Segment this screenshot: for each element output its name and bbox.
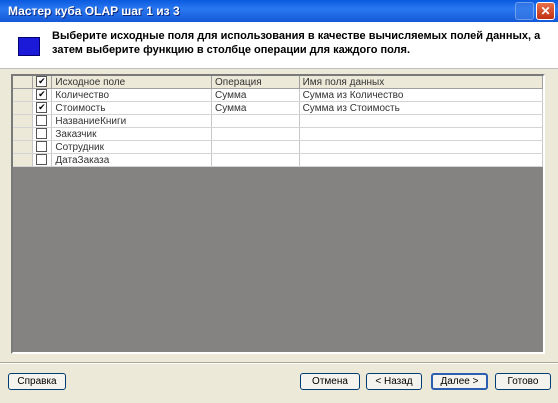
window-title: Мастер куба OLAP шаг 1 из 3 bbox=[8, 4, 180, 18]
help-button[interactable]: Справка bbox=[8, 373, 66, 390]
data-field-name-cell[interactable]: Сумма из Стоимость bbox=[299, 101, 544, 115]
cancel-button[interactable]: Отмена bbox=[300, 373, 360, 390]
row-selector[interactable] bbox=[13, 101, 34, 115]
finish-button[interactable]: Готово bbox=[495, 373, 551, 390]
column-header-source-field[interactable]: Исходное поле bbox=[51, 76, 212, 89]
operation-cell[interactable] bbox=[211, 127, 300, 141]
source-field-cell: Заказчик bbox=[51, 127, 212, 141]
row-header-corner bbox=[13, 76, 34, 89]
table-row[interactable]: ✔ Стоимость Сумма Сумма из Стоимость bbox=[13, 101, 544, 115]
row-selector[interactable] bbox=[13, 153, 34, 167]
row-selector[interactable] bbox=[13, 88, 34, 102]
operation-cell[interactable] bbox=[211, 153, 300, 167]
row-checkbox[interactable] bbox=[36, 141, 48, 153]
data-field-name-cell[interactable] bbox=[299, 153, 544, 167]
back-button[interactable]: < Назад bbox=[366, 373, 422, 390]
data-fields-grid: ✔ Исходное поле Операция Имя поля данных… bbox=[13, 76, 544, 167]
footer-separator bbox=[0, 362, 558, 364]
close-button[interactable]: ✕ bbox=[536, 2, 555, 20]
row-checkbox[interactable] bbox=[36, 128, 48, 140]
column-header-operation[interactable]: Операция bbox=[211, 76, 300, 89]
source-field-cell: НазваниеКниги bbox=[51, 114, 212, 128]
grid-header-row: ✔ Исходное поле Операция Имя поля данных bbox=[13, 76, 544, 89]
title-bar[interactable]: Мастер куба OLAP шаг 1 из 3 ✕ bbox=[0, 0, 558, 22]
olap-cube-wizard-window: Мастер куба OLAP шаг 1 из 3 ✕ Выберите и… bbox=[0, 0, 558, 403]
source-field-cell: Сотрудник bbox=[51, 140, 212, 154]
wizard-cube-icon bbox=[18, 37, 40, 56]
operation-cell[interactable]: Сумма bbox=[211, 101, 300, 115]
row-selector[interactable] bbox=[13, 114, 34, 128]
select-all-checkbox[interactable]: ✔ bbox=[36, 76, 48, 88]
source-field-cell: Стоимость bbox=[51, 101, 212, 115]
row-selector[interactable] bbox=[13, 127, 34, 141]
data-field-name-cell[interactable] bbox=[299, 114, 544, 128]
table-row[interactable]: ✔ Количество Сумма Сумма из Количество bbox=[13, 88, 544, 102]
row-checkbox[interactable] bbox=[36, 115, 48, 127]
table-row[interactable]: НазваниеКниги bbox=[13, 114, 544, 128]
table-row[interactable]: ДатаЗаказа bbox=[13, 153, 544, 167]
select-all-cell[interactable]: ✔ bbox=[32, 76, 53, 89]
operation-cell[interactable]: Сумма bbox=[211, 88, 300, 102]
source-field-cell: Количество bbox=[51, 88, 212, 102]
data-field-name-cell[interactable]: Сумма из Количество bbox=[299, 88, 544, 102]
row-checkbox[interactable] bbox=[36, 154, 48, 166]
row-selector[interactable] bbox=[13, 140, 34, 154]
column-header-data-field-name[interactable]: Имя поля данных bbox=[299, 76, 544, 89]
instruction-text: Выберите исходные поля для использования… bbox=[52, 30, 541, 56]
operation-cell[interactable] bbox=[211, 114, 300, 128]
source-field-cell: ДатаЗаказа bbox=[51, 153, 212, 167]
data-field-name-cell[interactable] bbox=[299, 140, 544, 154]
table-row[interactable]: Сотрудник bbox=[13, 140, 544, 154]
operation-cell[interactable] bbox=[211, 140, 300, 154]
row-checkbox[interactable]: ✔ bbox=[36, 89, 48, 101]
wizard-header: Выберите исходные поля для использования… bbox=[0, 22, 558, 69]
data-fields-grid-panel: ✔ Исходное поле Операция Имя поля данных… bbox=[11, 74, 545, 354]
help-title-button[interactable] bbox=[515, 2, 534, 20]
table-row[interactable]: Заказчик bbox=[13, 127, 544, 141]
data-field-name-cell[interactable] bbox=[299, 127, 544, 141]
row-checkbox[interactable]: ✔ bbox=[36, 102, 48, 114]
next-button[interactable]: Далее > bbox=[431, 373, 488, 390]
